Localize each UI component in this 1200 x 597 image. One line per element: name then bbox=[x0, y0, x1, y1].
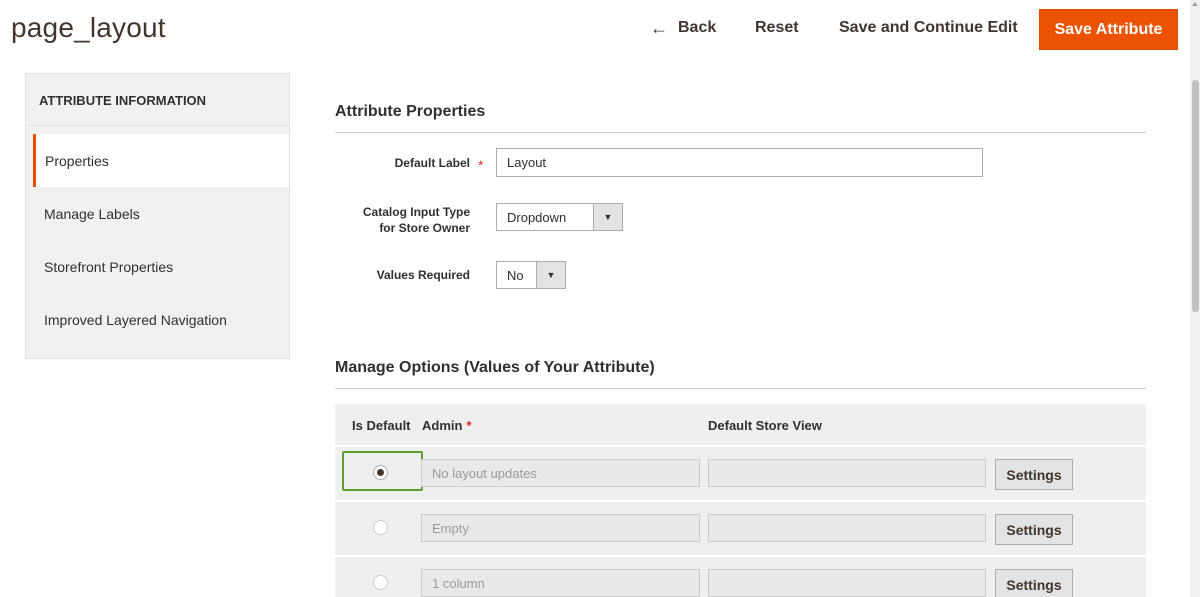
admin-option-input-3[interactable]: 1 column bbox=[421, 569, 700, 597]
sidebar-item-manage-labels[interactable]: Manage Labels bbox=[33, 187, 289, 240]
save-and-continue-button[interactable]: Save and Continue Edit bbox=[839, 16, 1018, 40]
row-divider bbox=[335, 500, 1146, 502]
sidebar-item-properties[interactable]: Properties bbox=[33, 134, 289, 187]
required-mark: * bbox=[466, 418, 472, 433]
chevron-down-icon: ▼ bbox=[593, 204, 622, 230]
column-header-default-store-view: Default Store View bbox=[708, 418, 822, 433]
sidebar-item-storefront-properties[interactable]: Storefront Properties bbox=[33, 240, 289, 293]
catalog-input-type-select[interactable]: Dropdown ▼ bbox=[496, 203, 623, 231]
scrollbar-thumb[interactable] bbox=[1192, 80, 1199, 312]
column-header-is-default: Is Default bbox=[352, 418, 411, 433]
reset-button[interactable]: Reset bbox=[755, 16, 799, 40]
default-label-input[interactable]: Layout bbox=[496, 148, 983, 177]
sidebar-item-improved-layered-navigation[interactable]: Improved Layered Navigation bbox=[33, 293, 289, 346]
catalog-input-type-label-line2: for Store Owner bbox=[379, 221, 470, 235]
row-divider bbox=[335, 555, 1146, 557]
page-title: page_layout bbox=[11, 12, 166, 43]
store-view-option-input-2[interactable] bbox=[708, 514, 986, 542]
sidebar-divider bbox=[26, 125, 289, 126]
default-label-label: Default Label bbox=[394, 156, 470, 170]
settings-button-2[interactable]: Settings bbox=[995, 514, 1073, 545]
admin-option-input-1[interactable]: No layout updates bbox=[421, 459, 700, 487]
column-header-admin: Admin * bbox=[422, 418, 472, 433]
is-default-radio-2[interactable] bbox=[373, 520, 388, 535]
catalog-input-type-label: Catalog Input Type for Store Owner bbox=[340, 204, 470, 236]
column-header-admin-label: Admin bbox=[422, 418, 463, 433]
catalog-input-type-label-line1: Catalog Input Type bbox=[362, 205, 470, 219]
values-required-value: No bbox=[507, 267, 524, 283]
catalog-input-type-value: Dropdown bbox=[507, 209, 567, 225]
section-divider bbox=[335, 132, 1146, 133]
is-default-radio-1[interactable] bbox=[373, 465, 388, 480]
back-button[interactable]: ← Back bbox=[650, 16, 716, 40]
sidebar: ATTRIBUTE INFORMATION Properties Manage … bbox=[25, 73, 290, 359]
store-view-option-input-3[interactable] bbox=[708, 569, 986, 597]
settings-button-1[interactable]: Settings bbox=[995, 459, 1073, 490]
page-header: page_layout ← Back Reset Save and Contin… bbox=[0, 0, 1190, 64]
is-default-radio-3[interactable] bbox=[373, 575, 388, 590]
values-required-label: Values Required bbox=[376, 268, 470, 282]
chevron-down-icon: ▼ bbox=[536, 262, 565, 288]
sidebar-title: ATTRIBUTE INFORMATION bbox=[39, 93, 207, 108]
required-mark: * bbox=[478, 157, 484, 173]
values-required-select[interactable]: No ▼ bbox=[496, 261, 566, 289]
back-button-label: Back bbox=[678, 19, 717, 36]
save-attribute-button[interactable]: Save Attribute bbox=[1039, 9, 1178, 50]
section-divider bbox=[335, 388, 1146, 389]
arrow-left-icon: ← bbox=[650, 17, 668, 38]
store-view-option-input-1[interactable] bbox=[708, 459, 986, 487]
manage-options-title: Manage Options (Values of Your Attribute… bbox=[335, 359, 655, 376]
attribute-properties-title: Attribute Properties bbox=[335, 103, 486, 120]
row-divider bbox=[335, 445, 1146, 447]
scroll-up-arrow-icon[interactable] bbox=[1192, 2, 1198, 6]
settings-button-3[interactable]: Settings bbox=[995, 569, 1073, 597]
admin-option-input-2[interactable]: Empty bbox=[421, 514, 700, 542]
